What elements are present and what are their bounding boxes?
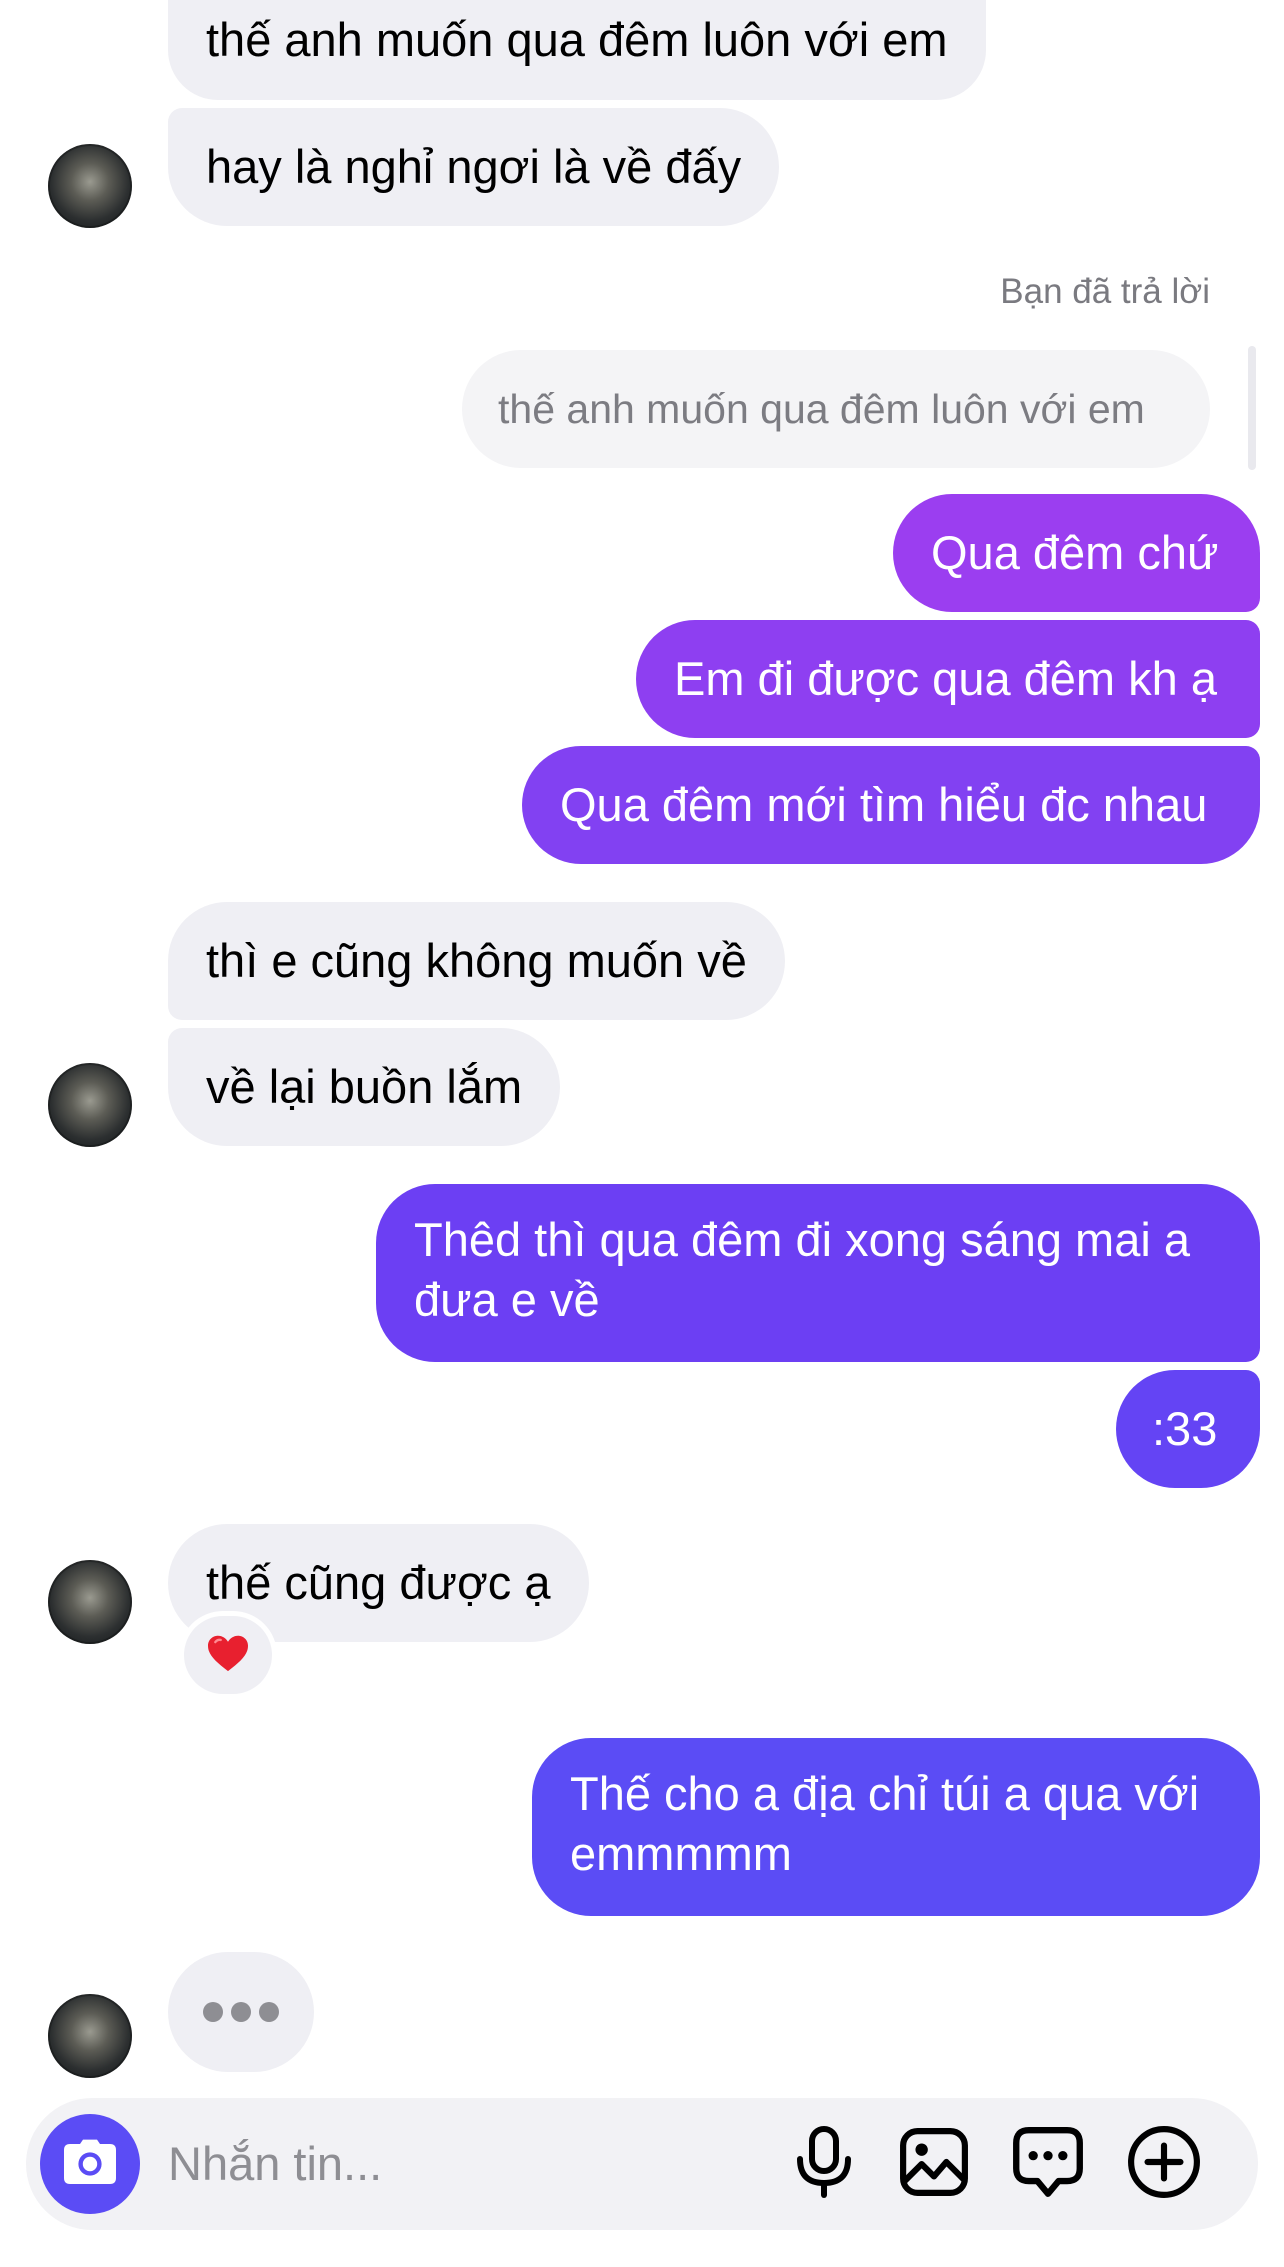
typing-dot	[231, 2002, 251, 2022]
microphone-icon	[794, 2125, 854, 2204]
message-outgoing[interactable]: Qua đêm mới tìm hiểu đc nhau	[522, 746, 1260, 864]
message-text-line: đưa e về	[414, 1273, 600, 1326]
message-text-line: Thế cho a địa chỉ túi a qua với	[570, 1767, 1200, 1820]
contact-avatar[interactable]	[48, 1063, 132, 1147]
reply-indicator-bar	[1248, 346, 1256, 470]
camera-button[interactable]	[40, 2114, 140, 2214]
image-icon	[899, 2127, 969, 2202]
add-icon	[1127, 2125, 1201, 2204]
message-text: Em đi được qua đêm kh ạ	[674, 652, 1217, 705]
message-outgoing[interactable]: Thế cho a địa chỉ túi a qua với emmmmm	[532, 1738, 1260, 1916]
message-text-line: emmmmm	[570, 1827, 792, 1880]
more-options-button[interactable]	[1124, 2124, 1204, 2204]
message-composer: Nhắn tin...	[26, 2098, 1258, 2230]
typing-dot	[203, 2002, 223, 2022]
message-input[interactable]: Nhắn tin...	[168, 2098, 382, 2230]
message-incoming[interactable]: hay là nghỉ ngơi là về đấy	[168, 108, 780, 226]
camera-icon	[62, 2138, 118, 2191]
message-text: hay là nghỉ ngơi là về đấy	[206, 140, 742, 193]
message-outgoing[interactable]: :33	[1116, 1370, 1260, 1488]
reply-quote[interactable]: thế anh muốn qua đêm luôn với em	[462, 350, 1210, 468]
contact-avatar[interactable]	[48, 144, 132, 228]
typing-indicator	[168, 1952, 314, 2072]
message-reaction[interactable]	[184, 1616, 272, 1694]
message-text-line: Thêd thì qua đêm đi xong sáng mai a	[414, 1213, 1190, 1266]
message-outgoing[interactable]: Thêd thì qua đêm đi xong sáng mai a đưa …	[376, 1184, 1260, 1362]
sticker-button[interactable]	[1008, 2124, 1088, 2204]
message-thread[interactable]: thế anh muốn qua đêm luôn với em hay là …	[0, 0, 1284, 2080]
message-text: về lại buồn lắm	[206, 1060, 523, 1113]
message-input-placeholder: Nhắn tin...	[168, 2137, 383, 2190]
message-outgoing[interactable]: Qua đêm chứ	[893, 494, 1260, 612]
message-text: :33	[1152, 1402, 1218, 1455]
sticker-icon	[1012, 2126, 1084, 2203]
message-outgoing[interactable]: Em đi được qua đêm kh ạ	[636, 620, 1260, 738]
voice-message-button[interactable]	[784, 2124, 864, 2204]
typing-dot	[259, 2002, 279, 2022]
message-incoming[interactable]: về lại buồn lắm	[168, 1028, 561, 1146]
reply-label: Bạn đã trả lời	[1000, 272, 1210, 311]
reply-quote-text: thế anh muốn qua đêm luôn với em	[498, 386, 1145, 432]
message-text: Qua đêm chứ	[931, 526, 1219, 579]
message-incoming[interactable]: thế anh muốn qua đêm luôn với em	[168, 0, 986, 100]
gallery-button[interactable]	[894, 2124, 974, 2204]
message-text: thế anh muốn qua đêm luôn với em	[206, 13, 948, 66]
message-text: Qua đêm mới tìm hiểu đc nhau	[560, 778, 1208, 831]
contact-avatar[interactable]	[48, 1994, 132, 2078]
message-text: thế cũng được ạ	[206, 1556, 551, 1609]
contact-avatar[interactable]	[48, 1560, 132, 1644]
heart-icon	[206, 1633, 250, 1678]
message-text: thì e cũng không muốn về	[206, 934, 747, 987]
message-incoming[interactable]: thì e cũng không muốn về	[168, 902, 785, 1020]
